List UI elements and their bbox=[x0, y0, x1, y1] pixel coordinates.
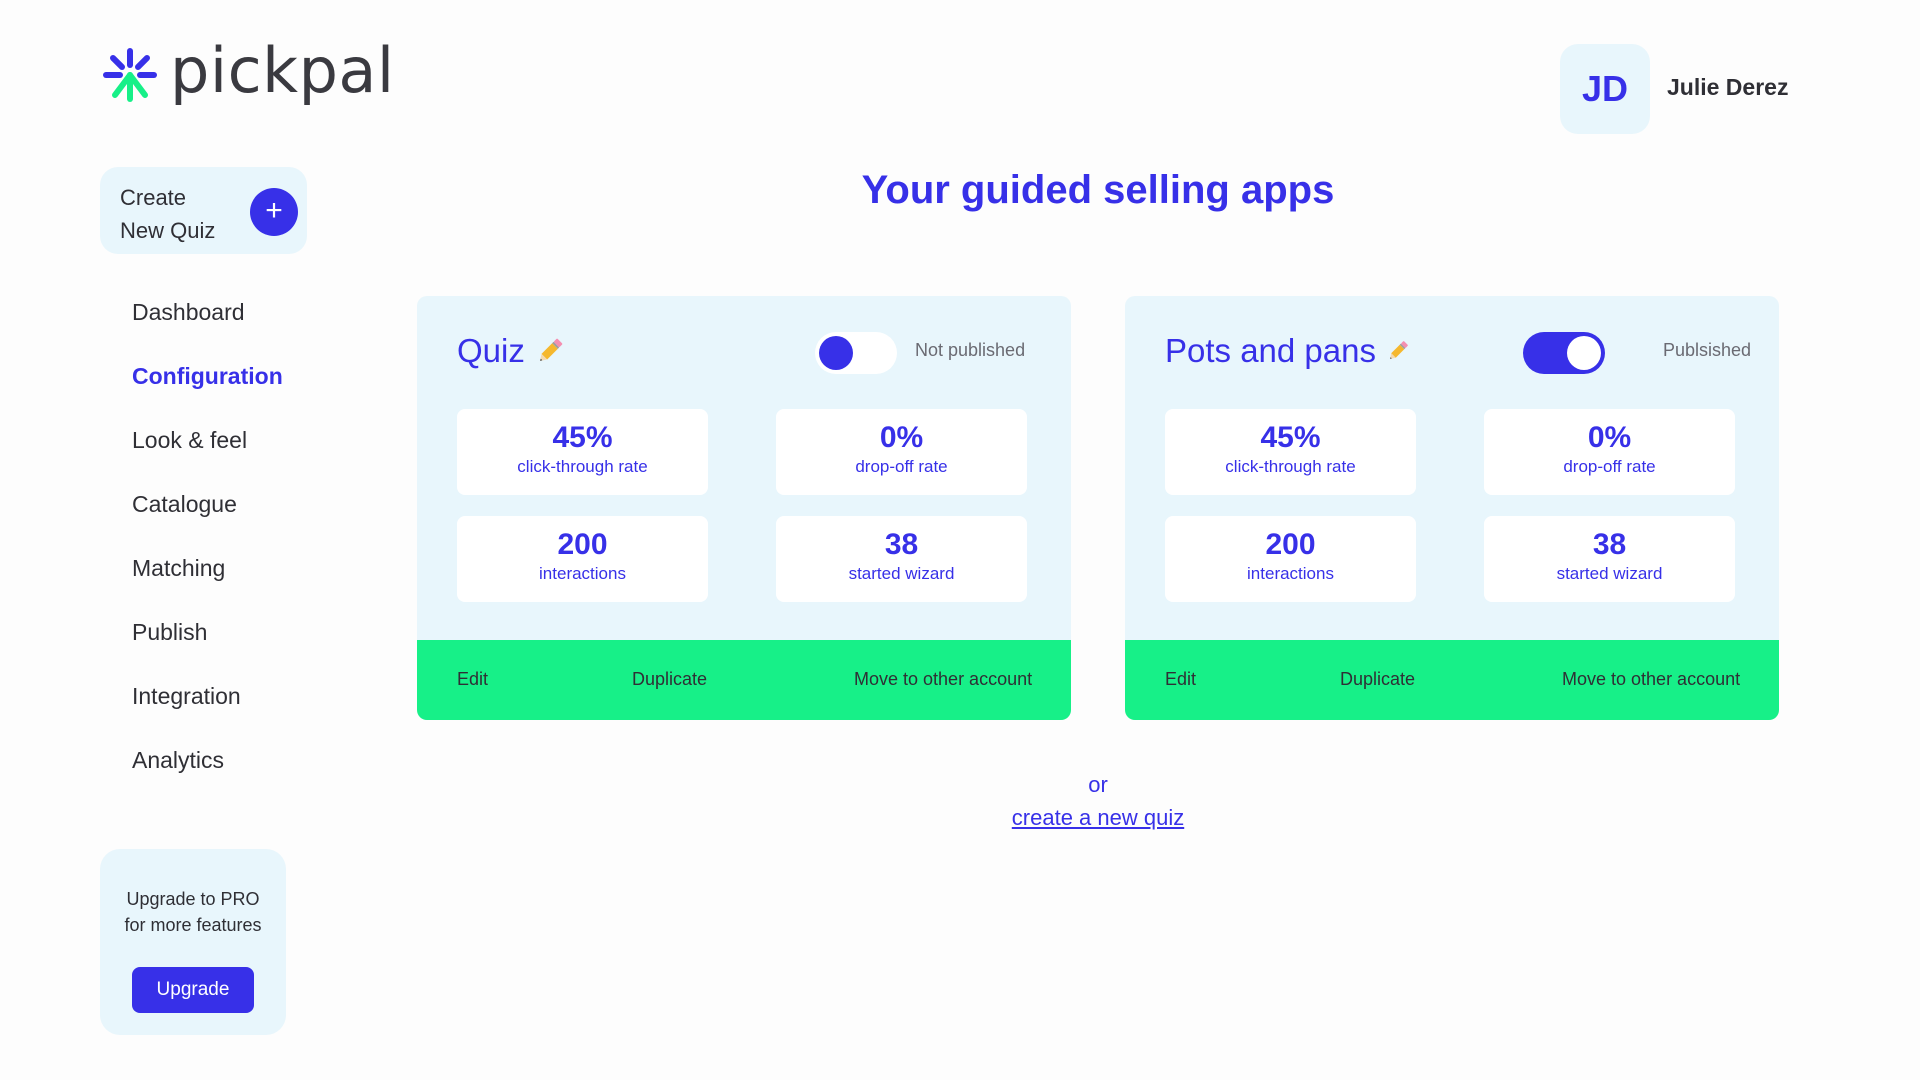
toggle-knob bbox=[819, 336, 853, 370]
sidebar-item-catalogue[interactable]: Catalogue bbox=[132, 486, 283, 550]
stat-label: drop-off rate bbox=[1563, 457, 1656, 476]
upgrade-button[interactable]: Upgrade bbox=[132, 967, 254, 1013]
stat-label: click-through rate bbox=[1225, 457, 1356, 476]
stat-label: started wizard bbox=[848, 564, 955, 583]
create-quiz-card[interactable]: Create New Quiz + bbox=[100, 167, 307, 254]
page-title: Your guided selling apps bbox=[861, 168, 1335, 212]
app-actions-bar: Edit Duplicate Move to other account bbox=[417, 640, 1071, 720]
or-text: or bbox=[1088, 772, 1108, 797]
app-card-body: Quiz Not published 45% click-through rat… bbox=[417, 296, 1071, 640]
stat-label: drop-off rate bbox=[855, 457, 948, 476]
upgrade-card: Upgrade to PRO for more features Upgrade bbox=[100, 849, 286, 1035]
edit-button[interactable]: Edit bbox=[1165, 669, 1196, 690]
brand-name: pickpal bbox=[170, 34, 395, 107]
stat-card: 200 interactions bbox=[1165, 516, 1416, 602]
stat-value: 38 bbox=[1592, 528, 1627, 561]
upgrade-text: Upgrade to PRO for more features bbox=[100, 886, 286, 938]
upgrade-line2: for more features bbox=[124, 915, 262, 935]
stat-value: 45% bbox=[552, 421, 613, 454]
app-name-text: Quiz bbox=[457, 332, 525, 369]
create-quiz-line1: Create bbox=[120, 185, 187, 210]
duplicate-button[interactable]: Duplicate bbox=[632, 669, 707, 690]
avatar-initials: JD bbox=[1581, 68, 1629, 109]
sidebar-item-integration[interactable]: Integration bbox=[132, 678, 283, 742]
app-card-body: Pots and pans Publsished 45% click-throu… bbox=[1125, 296, 1779, 640]
stat-card: 38 started wizard bbox=[776, 516, 1027, 602]
stat-card: 0% drop-off rate bbox=[776, 409, 1027, 495]
plus-icon[interactable]: + bbox=[250, 188, 298, 236]
stat-value: 0% bbox=[879, 421, 924, 454]
toggle-knob bbox=[1567, 336, 1601, 370]
upgrade-line1: Upgrade to PRO bbox=[126, 889, 260, 909]
create-quiz-label: Create New Quiz bbox=[120, 181, 240, 247]
stat-card: 0% drop-off rate bbox=[1484, 409, 1735, 495]
app-card: Pots and pans Publsished 45% click-throu… bbox=[1125, 296, 1779, 720]
pencil-icon[interactable] bbox=[1386, 339, 1410, 363]
brand-logo[interactable]: pickpal bbox=[100, 40, 395, 110]
create-quiz-link[interactable]: create a new quiz bbox=[418, 805, 1778, 831]
sidebar-item-look-and-feel[interactable]: Look & feel bbox=[132, 422, 283, 486]
stat-label: started wizard bbox=[1556, 564, 1663, 583]
sidebar-item-publish[interactable]: Publish bbox=[132, 614, 283, 678]
stat-value: 200 bbox=[1265, 528, 1316, 561]
user-name[interactable]: Julie Derez bbox=[1667, 74, 1788, 101]
app-name[interactable]: Pots and pans bbox=[1165, 332, 1410, 370]
publish-status: Not published bbox=[915, 340, 1026, 360]
spark-arrow-icon bbox=[103, 48, 157, 102]
sidebar-item-matching[interactable]: Matching bbox=[132, 550, 283, 614]
sidebar-item-configuration[interactable]: Configuration bbox=[132, 358, 283, 422]
stat-card: 38 started wizard bbox=[1484, 516, 1735, 602]
stat-card: 200 interactions bbox=[457, 516, 708, 602]
app-name[interactable]: Quiz bbox=[457, 332, 565, 370]
stat-value: 0% bbox=[1587, 421, 1632, 454]
avatar[interactable]: JD bbox=[1560, 44, 1650, 134]
pencil-icon[interactable] bbox=[535, 336, 565, 366]
move-account-button[interactable]: Move to other account bbox=[854, 669, 1032, 690]
sidebar-item-analytics[interactable]: Analytics bbox=[132, 742, 283, 806]
stat-card: 45% click-through rate bbox=[1165, 409, 1416, 495]
create-quiz-line2: New Quiz bbox=[120, 218, 216, 243]
edit-button[interactable]: Edit bbox=[457, 669, 488, 690]
app-actions-bar: Edit Duplicate Move to other account bbox=[1125, 640, 1779, 720]
publish-toggle[interactable] bbox=[1523, 332, 1605, 374]
stat-label: click-through rate bbox=[517, 457, 648, 476]
stat-label: interactions bbox=[1247, 564, 1334, 583]
sidebar-item-dashboard[interactable]: Dashboard bbox=[132, 294, 283, 358]
stat-value: 38 bbox=[884, 528, 919, 561]
sidebar-nav: Dashboard Configuration Look & feel Cata… bbox=[132, 294, 283, 806]
duplicate-button[interactable]: Duplicate bbox=[1340, 669, 1415, 690]
stat-value: 200 bbox=[557, 528, 608, 561]
publish-toggle[interactable] bbox=[815, 332, 897, 374]
stat-value: 45% bbox=[1260, 421, 1321, 454]
stat-card: 45% click-through rate bbox=[457, 409, 708, 495]
stat-label: interactions bbox=[539, 564, 626, 583]
app-card: Quiz Not published 45% click-through rat… bbox=[417, 296, 1071, 720]
publish-status: Publsished bbox=[1663, 340, 1752, 360]
move-account-button[interactable]: Move to other account bbox=[1562, 669, 1740, 690]
app-name-text: Pots and pans bbox=[1165, 332, 1376, 369]
